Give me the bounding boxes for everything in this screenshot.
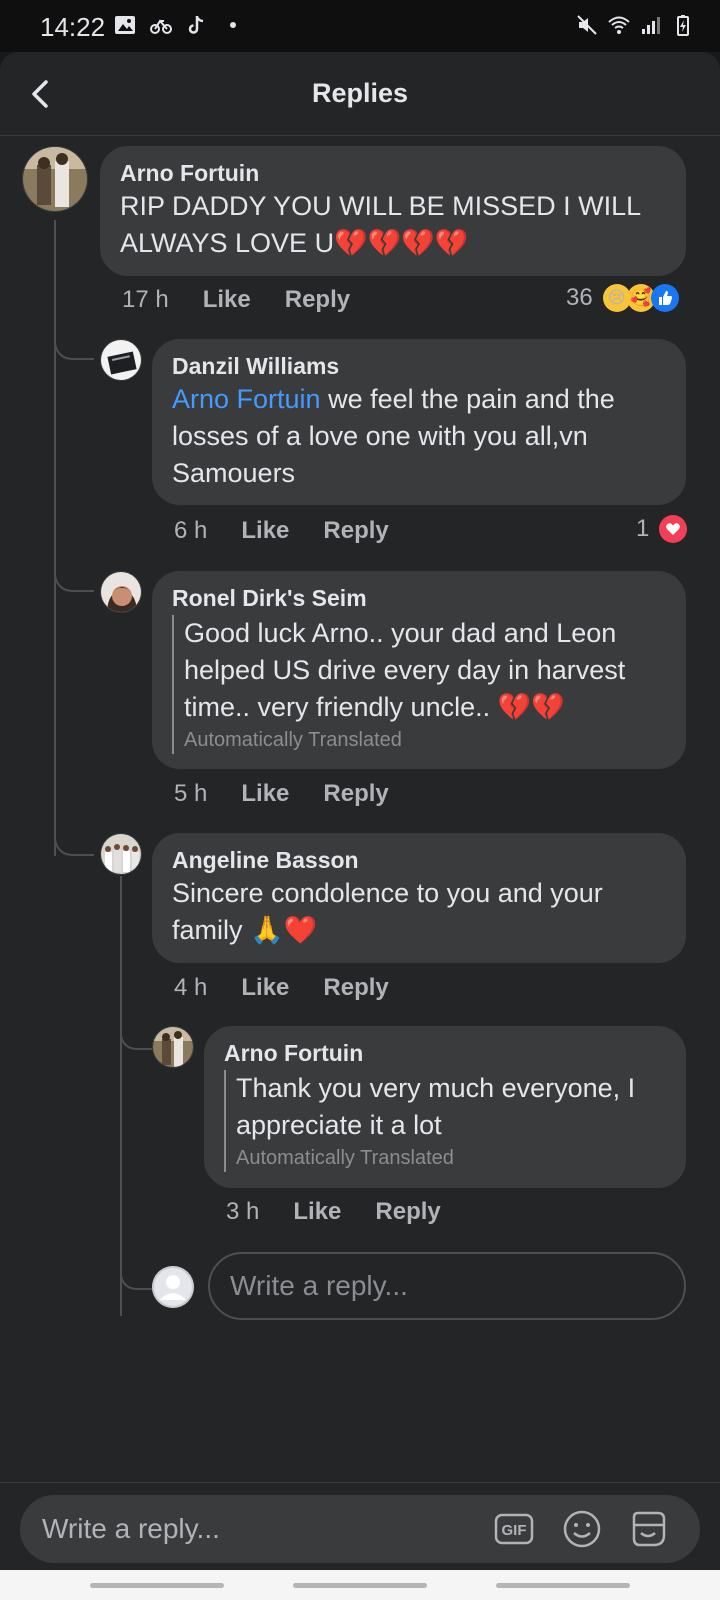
- comment-time: 4 h: [174, 974, 208, 1001]
- avatar[interactable]: [152, 1026, 194, 1068]
- comment-time: 6 h: [174, 517, 208, 544]
- reaction-summary[interactable]: 1: [636, 515, 688, 543]
- thread-line-sub: [120, 876, 122, 1316]
- comment-author[interactable]: Danzil Williams: [172, 351, 666, 381]
- reply-button[interactable]: Reply: [285, 286, 350, 314]
- avatar-photo-icon: [101, 572, 141, 612]
- comment-text: Sincere condolence to you and your famil…: [172, 875, 666, 949]
- love-reaction-icon: [659, 515, 688, 543]
- comment-bubble[interactable]: Ronel Dirk's Seim Good luck Arno.. your …: [152, 571, 686, 769]
- status-bar: 14:22: [0, 0, 720, 52]
- nav-home-handle[interactable]: [293, 1583, 427, 1588]
- thread-connector-arno-reply: [120, 1022, 152, 1050]
- comment-input[interactable]: Write a reply... GIF: [20, 1495, 700, 1563]
- comment-meta: 3 h Like Reply: [226, 1198, 441, 1226]
- comment-text: Good luck Arno.. your dad and Leon helpe…: [184, 615, 666, 726]
- comment-bubble[interactable]: Danzil Williams Arno Fortuin we feel the…: [152, 339, 686, 505]
- wifi-icon: [608, 16, 630, 34]
- comment-time: 5 h: [174, 780, 208, 807]
- like-button[interactable]: Like: [203, 286, 251, 314]
- like-button[interactable]: Like: [241, 517, 289, 545]
- reply-button[interactable]: Reply: [323, 974, 388, 1002]
- like-button[interactable]: Like: [293, 1198, 341, 1226]
- comment-author[interactable]: Ronel Dirk's Seim: [172, 583, 666, 613]
- avatar[interactable]: [100, 571, 142, 613]
- thread-connector-ronel: [54, 564, 94, 592]
- avatar-photo-icon: [153, 1027, 193, 1067]
- comment-text: Arno Fortuin we feel the pain and the lo…: [172, 381, 666, 492]
- bike-app-icon: [150, 19, 172, 34]
- comment-bubble[interactable]: Arno Fortuin RIP DADDY YOU WILL BE MISSE…: [100, 146, 686, 276]
- bottom-composer: Write a reply... GIF: [0, 1482, 720, 1570]
- comment-input-placeholder: Write a reply...: [42, 1513, 220, 1544]
- my-avatar: [152, 1266, 194, 1308]
- reply-button[interactable]: Reply: [375, 1198, 440, 1226]
- comment-body: Sincere condolence to you and your famil…: [172, 878, 603, 945]
- like-reaction-icon: [650, 284, 679, 312]
- gif-label: GIF: [502, 1522, 527, 1539]
- avatar[interactable]: [100, 339, 142, 381]
- broken-heart-emoji: 💔💔: [497, 692, 565, 722]
- comment-bubble[interactable]: Angeline Basson Sincere condolence to yo…: [152, 833, 686, 963]
- gallery-icon: [115, 16, 135, 34]
- auto-translated-label[interactable]: Automatically Translated: [184, 726, 666, 754]
- comment-author[interactable]: Arno Fortuin: [224, 1038, 666, 1068]
- page-title: Replies: [311, 78, 409, 108]
- translated-block: Good luck Arno.. your dad and Leon helpe…: [172, 615, 666, 754]
- system-nav-bar: [0, 1570, 720, 1600]
- nav-back-handle[interactable]: [496, 1583, 630, 1588]
- reaction-summary[interactable]: 36 😢 🥰: [566, 284, 679, 312]
- broken-heart-emoji: 💔💔💔💔: [334, 228, 469, 258]
- comment-meta: 17 h Like Reply: [122, 286, 350, 314]
- signal-icon: [642, 17, 660, 34]
- emoji-button[interactable]: [560, 1507, 604, 1551]
- comment-text: Thank you very much everyone, I apprecia…: [236, 1073, 636, 1140]
- comment-author[interactable]: Arno Fortuin: [120, 158, 666, 188]
- status-time: 14:22: [40, 12, 106, 42]
- thread-connector-danzil: [54, 332, 94, 360]
- sticker-button[interactable]: [626, 1507, 670, 1551]
- avatar[interactable]: [22, 146, 88, 212]
- auto-translated-label[interactable]: Automatically Translated: [236, 1144, 666, 1172]
- gif-button[interactable]: GIF: [492, 1507, 536, 1551]
- reply-input[interactable]: Write a reply...: [208, 1252, 686, 1320]
- replies-list: Arno Fortuin RIP DADDY YOU WILL BE MISSE…: [0, 136, 720, 1482]
- comment-bubble[interactable]: Arno Fortuin Thank you very much everyon…: [204, 1026, 686, 1188]
- reply-button[interactable]: Reply: [323, 780, 388, 808]
- like-button[interactable]: Like: [241, 780, 289, 808]
- comment-meta: 4 h Like Reply: [174, 974, 389, 1002]
- comment-author[interactable]: Angeline Basson: [172, 845, 666, 875]
- translated-block: Thank you very much everyone, I apprecia…: [224, 1070, 666, 1172]
- sticker-icon: [632, 1511, 666, 1547]
- pray-heart-emoji: 🙏❤️: [250, 915, 318, 945]
- reply-button[interactable]: Reply: [323, 517, 388, 545]
- user-placeholder-icon: [152, 1266, 194, 1308]
- like-button[interactable]: Like: [241, 974, 289, 1002]
- avatar-photo-icon: [23, 147, 87, 211]
- avatar-photo-icon: [101, 340, 141, 380]
- tiktok-icon: [188, 16, 204, 34]
- comment-text: RIP DADDY YOU WILL BE MISSED I WILL ALWA…: [120, 188, 666, 262]
- thread-connector-angeline: [54, 826, 94, 856]
- comment-time: 17 h: [122, 286, 169, 313]
- comment-meta: 5 h Like Reply: [174, 780, 389, 808]
- comment-time: 3 h: [226, 1198, 260, 1225]
- mute-icon: [577, 15, 597, 35]
- status-right-icons: [576, 14, 694, 36]
- avatar-photo-icon: [101, 834, 141, 874]
- thread-connector-write-reply: [120, 1260, 152, 1290]
- avatar[interactable]: [100, 833, 142, 875]
- thread-line-main: [54, 220, 56, 856]
- mention-link[interactable]: Arno Fortuin: [172, 384, 321, 414]
- nav-recents-handle[interactable]: [90, 1583, 224, 1588]
- status-left-icons: [114, 14, 244, 36]
- comment-meta: 6 h Like Reply: [174, 517, 389, 545]
- header: Replies: [0, 52, 720, 136]
- reaction-count: 1: [636, 515, 650, 542]
- reply-input-placeholder: Write a reply...: [230, 1270, 408, 1301]
- notification-dot-icon: [230, 22, 236, 28]
- reaction-count: 36: [566, 284, 593, 311]
- battery-icon: [677, 15, 689, 36]
- smiley-icon: [563, 1510, 601, 1548]
